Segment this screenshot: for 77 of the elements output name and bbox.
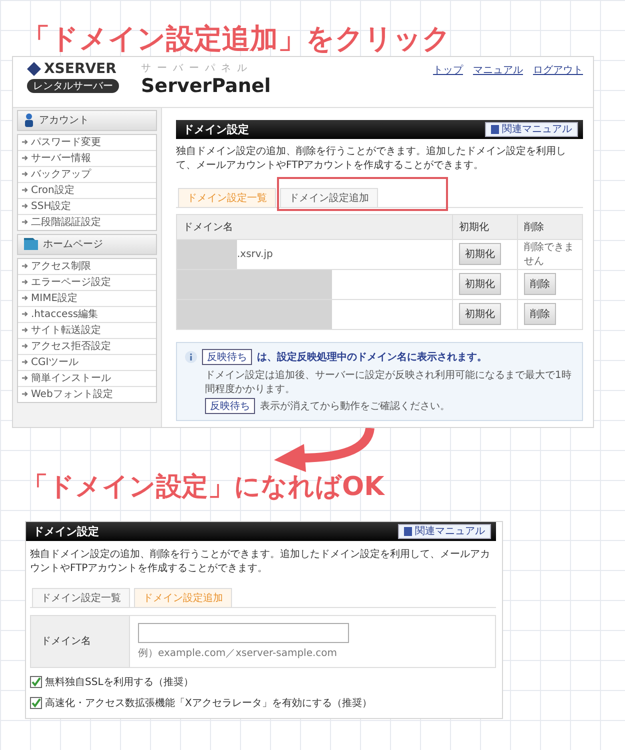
delete-button[interactable]: 削除: [524, 273, 556, 296]
note-text: 削除できません: [524, 242, 574, 268]
arrow-icon: [21, 390, 29, 398]
sidebar-item[interactable]: Cron設定: [18, 182, 156, 199]
sidebar-item[interactable]: 簡単インストール: [18, 370, 156, 387]
logo-badge: レンタルサーバー: [27, 78, 119, 93]
nav-link[interactable]: トップ: [433, 62, 463, 77]
domain-input-field[interactable]: [138, 622, 349, 643]
instruction-caption: 「ドメイン設定追加」をクリック: [22, 22, 452, 56]
sidebar-item[interactable]: .htaccess編集: [18, 306, 156, 323]
sidebar-item[interactable]: サーバー情報: [18, 150, 156, 167]
nav-link[interactable]: ログアウト: [533, 62, 583, 77]
arrow-icon: [21, 342, 29, 350]
sidebar-heading-text: ホームページ: [43, 238, 103, 252]
tab[interactable]: ドメイン設定一覧: [32, 588, 130, 607]
sidebar-heading-text: アカウント: [39, 114, 89, 128]
column-header: ドメイン名: [176, 214, 452, 240]
info-note: ドメイン設定は追加後、サーバーに設定が反映され利用可能になるまで最大で1時間程度かかります。: [205, 368, 572, 396]
sidebar-item[interactable]: 二段階認証設定: [18, 214, 156, 230]
manual-button[interactable]: 関連マニュアル: [398, 524, 491, 539]
reset-button[interactable]: 初期化: [459, 273, 501, 296]
field-label: ドメイン名: [31, 616, 130, 667]
checkbox-label: 無料独自SSLを利用する（推奨）: [45, 676, 194, 689]
column-header: 初期化: [452, 214, 518, 240]
panel-title: ドメイン設定: [33, 524, 99, 539]
tab[interactable]: ドメイン設定追加: [280, 188, 378, 207]
hint-text: 例）example.com／xserver-sample.com: [138, 646, 338, 660]
arrow-icon: [21, 154, 29, 162]
sidebar-item[interactable]: アクセス拒否設定: [18, 338, 156, 355]
arrow-icon: [21, 138, 29, 146]
domain-name: .xsrv.jp: [237, 248, 273, 260]
panel-title: ドメイン設定: [183, 122, 249, 137]
column-header: 削除: [518, 214, 582, 240]
info-icon: [185, 350, 197, 363]
arrow-icon: [21, 358, 29, 366]
sidebar-item[interactable]: SSH設定: [18, 198, 156, 215]
sidebar-item[interactable]: MIME設定: [18, 290, 156, 307]
product-name: ServerPanel: [141, 74, 271, 97]
sidebar-item[interactable]: サイト転送設定: [18, 322, 156, 339]
checkbox[interactable]: [30, 696, 42, 709]
sidebar-item[interactable]: パスワード変更: [18, 134, 156, 151]
page-icon: [24, 238, 38, 250]
book-icon: [491, 124, 499, 134]
info-note: 表示が消えてから動作をご確認ください。: [260, 400, 450, 413]
arrow-icon: [21, 218, 29, 226]
arrow-icon: [21, 294, 29, 302]
sidebar-item[interactable]: エラーページ設定: [18, 274, 156, 291]
info-headline: は、設定反映処理中のドメイン名に表示されます。: [257, 350, 487, 364]
arrow-icon: [21, 310, 29, 318]
arrow-icon: [21, 170, 29, 178]
delete-button[interactable]: 削除: [524, 303, 556, 326]
sidebar-item[interactable]: Webフォント設定: [18, 386, 156, 402]
product-kana: サーバーパネル: [141, 62, 254, 75]
status-tag: 反映待ち: [202, 348, 252, 365]
sidebar-item[interactable]: CGIツール: [18, 354, 156, 371]
description-text: 独自ドメイン設定の追加、削除を行うことができます。追加したドメイン設定を利用して、メールアカウントやFTPアカウントを作成することができます。: [29, 548, 491, 576]
description-text: 独自ドメイン設定の追加、削除を行うことができます。追加したドメイン設定を利用して、メールアカウントやFTPアカウントを作成することができます。: [176, 144, 567, 174]
sidebar-item[interactable]: アクセス制限: [18, 258, 156, 275]
checkbox-label: 高速化・アクセス数拡張機能「Xアクセラレータ」を有効にする（推奨）: [45, 696, 372, 710]
status-tag: 反映待ち: [205, 398, 255, 414]
nav-link[interactable]: マニュアル: [473, 62, 523, 77]
arrow-icon: [21, 202, 29, 210]
reset-button[interactable]: 初期化: [459, 303, 501, 326]
arrow-icon: [21, 374, 29, 382]
sidebar-item[interactable]: バックアップ: [18, 166, 156, 183]
person-icon: [24, 113, 34, 128]
logo-text: XSERVER: [44, 60, 116, 77]
manual-button[interactable]: 関連マニュアル: [485, 122, 578, 137]
diamond-logo-icon: [27, 62, 41, 76]
reset-button[interactable]: 初期化: [459, 243, 501, 266]
arrow-icon: [21, 278, 29, 286]
arrow-icon: [21, 186, 29, 194]
checkbox[interactable]: [30, 676, 42, 688]
book-icon: [404, 526, 412, 536]
result-caption: 「ドメイン設定」になればOK: [22, 472, 386, 503]
arrow-icon: [21, 262, 29, 270]
arrow-icon: [21, 326, 29, 334]
